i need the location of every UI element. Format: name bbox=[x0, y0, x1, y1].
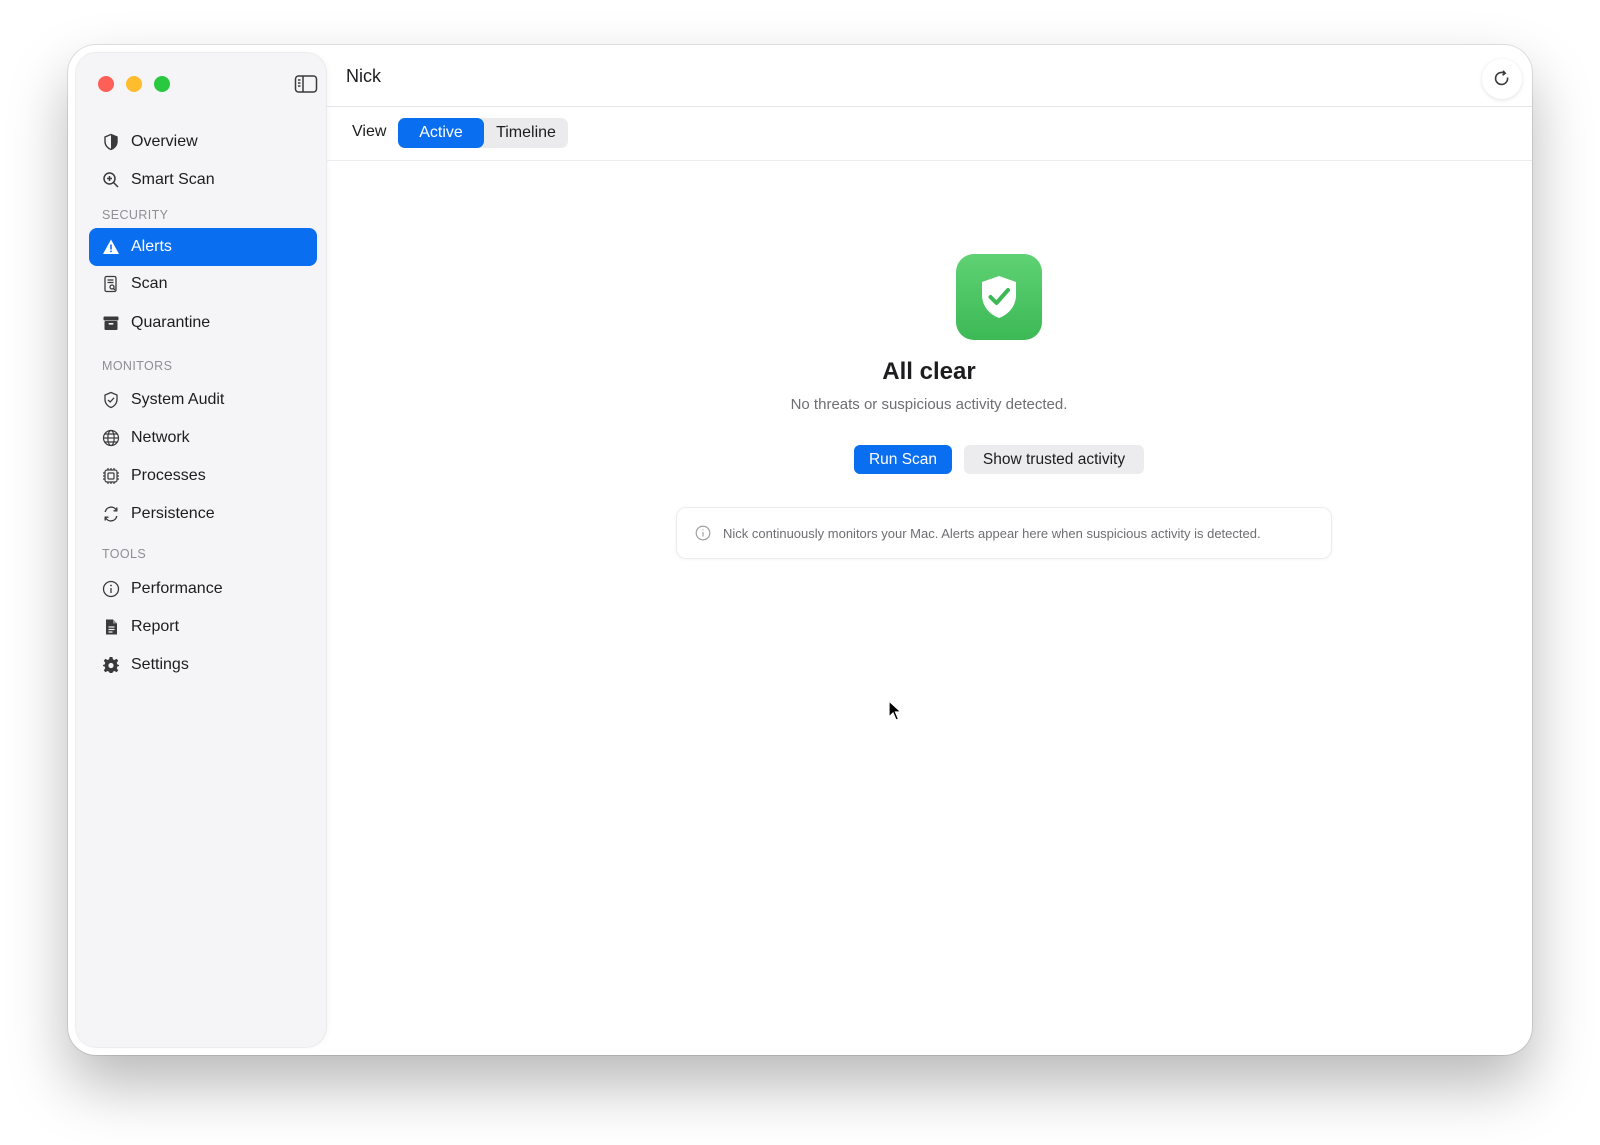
sidebar-item-performance[interactable]: Performance bbox=[89, 570, 317, 608]
sidebar-item-label: Processes bbox=[131, 467, 206, 484]
shield-check-icon bbox=[956, 254, 1042, 340]
document-icon bbox=[101, 617, 121, 637]
section-label-monitors: MONITORS bbox=[102, 359, 173, 373]
empty-state-title: All clear bbox=[882, 358, 976, 385]
sidebar-toggle-icon[interactable] bbox=[294, 74, 318, 94]
window-title: Nick bbox=[346, 66, 381, 86]
sidebar-item-overview[interactable]: Overview bbox=[89, 123, 317, 161]
sidebar-item-label: Scan bbox=[131, 275, 168, 292]
tab-timeline[interactable]: Timeline bbox=[484, 118, 568, 148]
sidebar-item-quarantine[interactable]: Quarantine bbox=[89, 304, 317, 342]
magnifier-plus-icon bbox=[101, 170, 121, 190]
info-icon bbox=[695, 525, 711, 541]
sidebar-item-report[interactable]: Report bbox=[89, 608, 317, 646]
cycle-arrows-icon bbox=[101, 504, 121, 524]
sidebar-item-scan[interactable]: Scan bbox=[89, 265, 317, 303]
app-window: Overview Smart Scan SECURITY Alerts Scan bbox=[68, 45, 1532, 1055]
sidebar-item-processes[interactable]: Processes bbox=[89, 457, 317, 495]
header-divider bbox=[326, 106, 1532, 107]
globe-icon bbox=[101, 428, 121, 448]
refresh-button[interactable] bbox=[1482, 59, 1522, 99]
mouse-cursor-icon bbox=[888, 700, 902, 721]
empty-state-subtitle: No threats or suspicious activity detect… bbox=[790, 396, 1068, 413]
sidebar-item-smart-scan[interactable]: Smart Scan bbox=[89, 161, 317, 199]
section-label-tools: TOOLS bbox=[102, 547, 147, 561]
archive-box-icon bbox=[101, 313, 121, 333]
sidebar-item-label: Persistence bbox=[131, 505, 215, 522]
maximize-window-button[interactable] bbox=[154, 76, 170, 92]
sidebar-item-label: Report bbox=[131, 618, 180, 635]
gauge-icon bbox=[101, 579, 121, 599]
view-label: View bbox=[352, 123, 387, 140]
warning-triangle-icon bbox=[101, 237, 121, 257]
toolbar-divider bbox=[326, 160, 1532, 161]
sidebar-item-network[interactable]: Network bbox=[89, 419, 317, 457]
tab-active[interactable]: Active bbox=[398, 118, 484, 148]
info-banner-text: Nick continuously monitors your Mac. Ale… bbox=[723, 525, 1261, 541]
sidebar-item-label: Settings bbox=[131, 656, 189, 673]
section-label-security: SECURITY bbox=[102, 208, 169, 222]
sidebar-item-label: Network bbox=[131, 429, 190, 446]
document-search-icon bbox=[101, 274, 121, 294]
cpu-icon bbox=[101, 466, 121, 486]
sidebar-item-label: System Audit bbox=[131, 391, 225, 408]
gear-icon bbox=[101, 655, 121, 675]
sidebar-item-settings[interactable]: Settings bbox=[89, 646, 317, 684]
shield-half-icon bbox=[101, 132, 121, 152]
sidebar-item-label: Performance bbox=[131, 580, 223, 597]
info-banner: Nick continuously monitors your Mac. Ale… bbox=[676, 507, 1332, 559]
refresh-icon bbox=[1494, 70, 1509, 86]
minimize-window-button[interactable] bbox=[126, 76, 142, 92]
main-content: Nick View Active Timeline All clear No t… bbox=[326, 45, 1532, 1055]
sidebar-item-label: Overview bbox=[131, 133, 198, 150]
close-window-button[interactable] bbox=[98, 76, 114, 92]
run-scan-button[interactable]: Run Scan bbox=[854, 445, 952, 474]
sidebar-item-alerts[interactable]: Alerts bbox=[89, 228, 317, 266]
sidebar-item-label: Smart Scan bbox=[131, 171, 215, 188]
show-trusted-activity-button[interactable]: Show trusted activity bbox=[964, 445, 1144, 474]
view-segmented-control: Active Timeline bbox=[398, 118, 568, 148]
checkmark-shield-icon bbox=[101, 390, 121, 410]
sidebar: Overview Smart Scan SECURITY Alerts Scan bbox=[76, 53, 326, 1047]
sidebar-item-label: Alerts bbox=[131, 238, 172, 255]
sidebar-item-label: Quarantine bbox=[131, 314, 211, 331]
sidebar-item-persistence[interactable]: Persistence bbox=[89, 495, 317, 533]
sidebar-item-system-audit[interactable]: System Audit bbox=[89, 381, 317, 419]
